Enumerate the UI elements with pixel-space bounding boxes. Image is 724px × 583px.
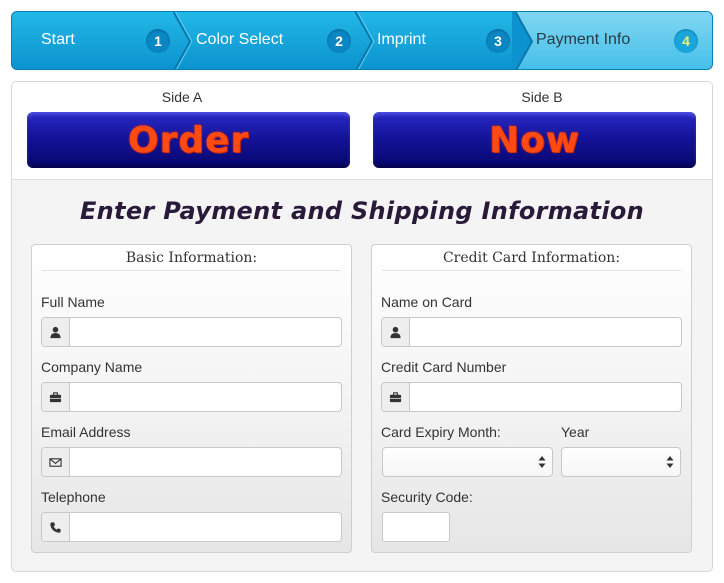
- side-b-band: Now: [373, 112, 696, 168]
- briefcase-icon: [382, 383, 410, 411]
- step-payment-info[interactable]: Payment Info 4: [514, 12, 712, 69]
- full-name-group: [41, 317, 342, 347]
- email-address-input[interactable]: [70, 448, 341, 476]
- step-progress-bar: Start 1 Color Select 2 Imprint 3 Payment…: [11, 11, 713, 70]
- credit-card-information-legend: Credit Card Information:: [382, 250, 681, 271]
- step-start[interactable]: Start 1: [12, 12, 182, 69]
- credit-card-number-group: [381, 382, 682, 412]
- credit-card-number-input[interactable]: [410, 383, 681, 411]
- step-imprint[interactable]: Imprint 3: [364, 12, 514, 69]
- step-color-select-label: Color Select: [196, 31, 284, 48]
- step-imprint-number: 3: [486, 29, 510, 53]
- side-b-label: Side B: [521, 89, 563, 105]
- telephone-group: [41, 512, 342, 542]
- side-b-text: Now: [488, 120, 581, 161]
- credit-card-information-section: Credit Card Information: Name on Card Cr…: [371, 244, 692, 553]
- telephone-label: Telephone: [41, 489, 106, 505]
- step-color-select-number: 2: [327, 29, 351, 53]
- security-code-label: Security Code:: [381, 489, 473, 505]
- telephone-input[interactable]: [70, 513, 341, 541]
- select-arrows-icon: [666, 456, 674, 468]
- name-on-card-label: Name on Card: [381, 294, 473, 310]
- email-address-group: [41, 447, 342, 477]
- step-start-label: Start: [41, 31, 75, 48]
- step-imprint-label: Imprint: [377, 31, 426, 48]
- phone-icon: [42, 513, 70, 541]
- full-name-input[interactable]: [70, 318, 341, 346]
- basic-information-section: Basic Information: Full Name Company Nam…: [31, 244, 352, 553]
- briefcase-icon: [42, 383, 70, 411]
- email-address-label: Email Address: [41, 424, 131, 440]
- security-code-input[interactable]: [382, 512, 450, 542]
- step-separator-arrow: [512, 12, 534, 69]
- form-title: Enter Payment and Shipping Information: [79, 197, 645, 225]
- step-payment-info-label: Payment Info: [536, 31, 631, 48]
- card-expiry-month-select[interactable]: [382, 447, 553, 477]
- company-name-label: Company Name: [41, 359, 143, 375]
- side-a-band: Order: [27, 112, 350, 168]
- step-start-number: 1: [146, 29, 170, 53]
- user-icon: [42, 318, 70, 346]
- side-a-label: Side A: [161, 89, 203, 105]
- card-expiry-month-label: Card Expiry Month:: [381, 424, 501, 440]
- user-icon: [382, 318, 410, 346]
- company-name-input[interactable]: [70, 383, 341, 411]
- step-color-select[interactable]: Color Select 2: [182, 12, 354, 69]
- select-arrows-icon: [538, 456, 546, 468]
- step-payment-info-number: 4: [674, 29, 698, 53]
- credit-card-number-label: Credit Card Number: [381, 359, 507, 375]
- full-name-label: Full Name: [41, 294, 105, 310]
- name-on-card-group: [381, 317, 682, 347]
- name-on-card-input[interactable]: [410, 318, 681, 346]
- basic-information-legend: Basic Information:: [42, 250, 341, 271]
- company-name-group: [41, 382, 342, 412]
- envelope-icon: [42, 448, 70, 476]
- payment-panel: Side A Order Side B Now Enter Payment an…: [11, 81, 713, 572]
- year-label: Year: [561, 424, 590, 440]
- band-preview: Side A Order Side B Now: [12, 82, 712, 180]
- side-a-text: Order: [127, 120, 250, 161]
- year-select[interactable]: [561, 447, 681, 477]
